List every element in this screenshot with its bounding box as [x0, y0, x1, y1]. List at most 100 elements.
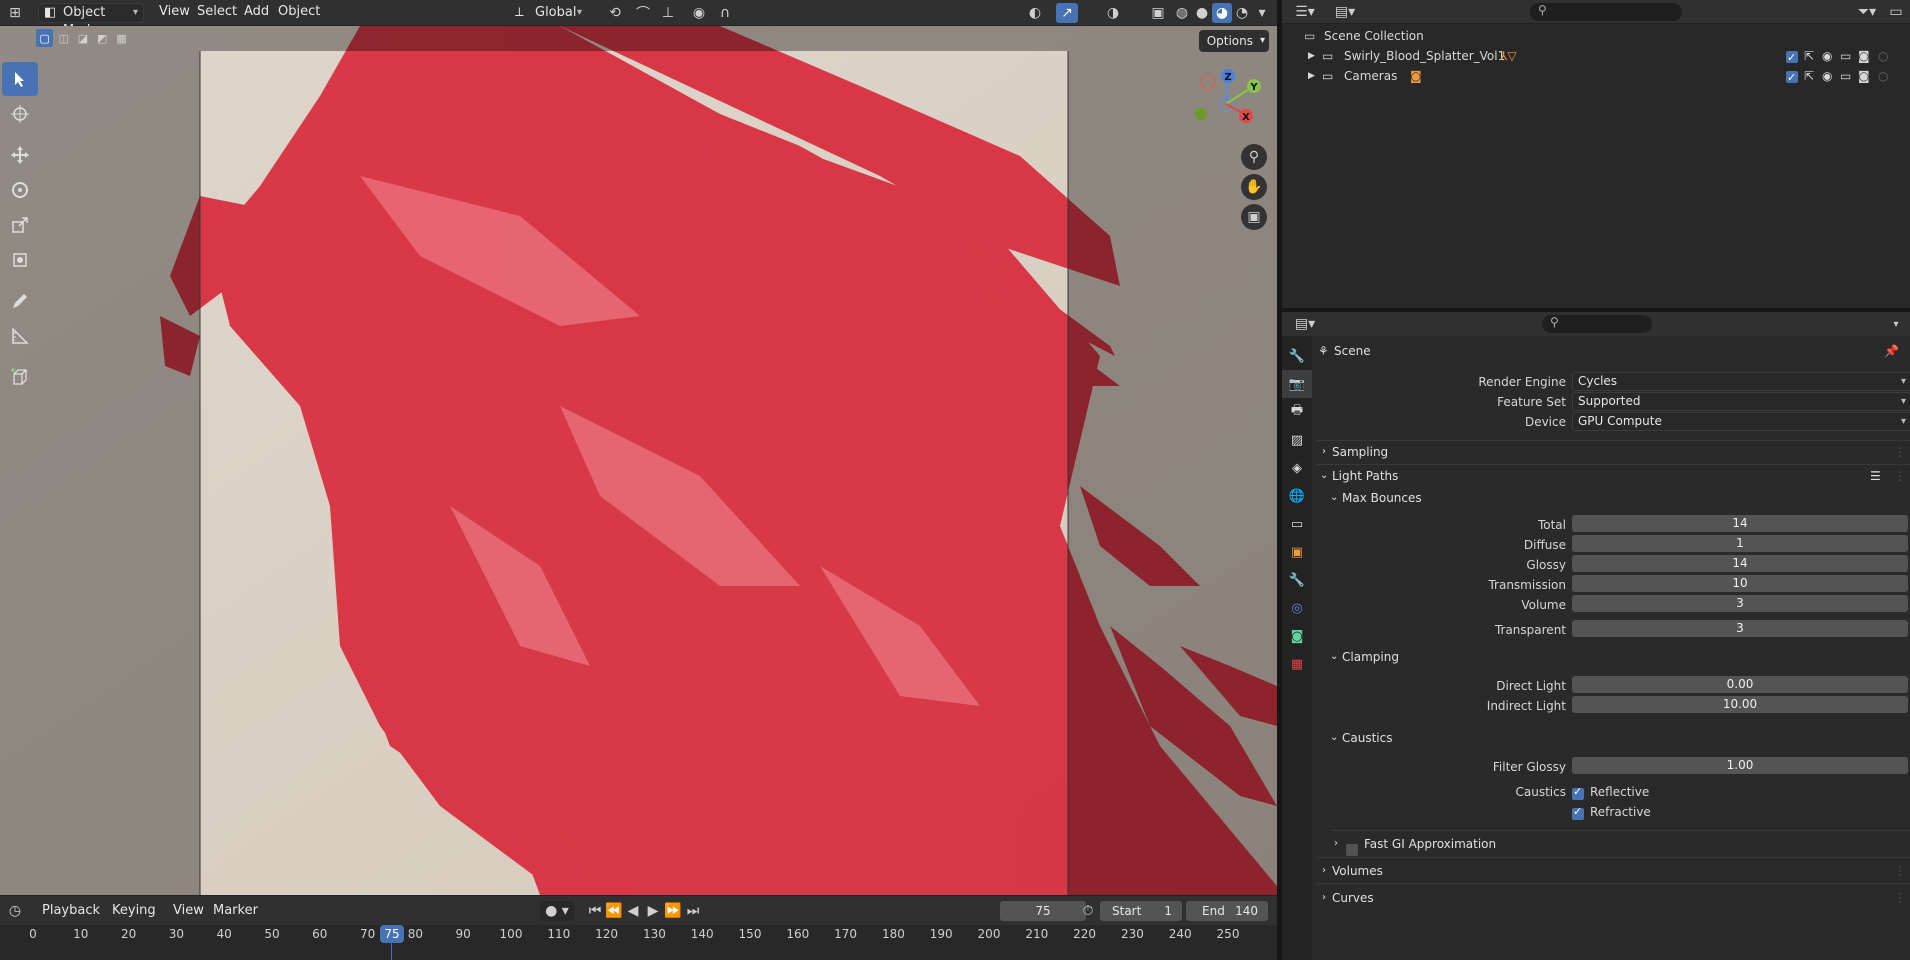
3d-viewport[interactable]: ▢ ◫ ◪ ◩ ▦ Options ▾ Z Y X ⚲ ✋ ▣: [0, 26, 1277, 895]
sampling-panel-header[interactable]: › Sampling ⋮⋮: [1316, 441, 1910, 463]
properties-editor-icon[interactable]: ▤▾: [1290, 314, 1320, 334]
drag-handle-icon[interactable]: ⋮⋮: [1894, 441, 1910, 463]
eye-icon[interactable]: ◉: [1822, 46, 1832, 66]
filter-icon[interactable]: ⏷▾: [1854, 2, 1880, 22]
jump-end-icon[interactable]: ⏭: [684, 901, 702, 921]
render-camera-icon[interactable]: ◙: [1858, 46, 1870, 66]
proportional-edit-icon[interactable]: ◉: [688, 3, 710, 23]
add-cube-tool[interactable]: [2, 360, 38, 394]
select-box-tool[interactable]: [2, 62, 38, 96]
collection-tab-icon[interactable]: ▭: [1282, 510, 1312, 538]
end-frame-field[interactable]: End 140: [1186, 901, 1268, 921]
select-invert-icon[interactable]: ◩: [94, 29, 111, 47]
menu-timeline-view[interactable]: View: [173, 899, 204, 923]
bounces-glossy-field[interactable]: 14: [1572, 555, 1908, 572]
transform-tool[interactable]: [2, 243, 38, 277]
properties-search-input[interactable]: ⚲: [1542, 315, 1652, 333]
prev-keyframe-icon[interactable]: ⏪: [605, 901, 623, 921]
object-tab-icon[interactable]: ▣: [1282, 538, 1312, 566]
editor-type-icon[interactable]: ⊞: [2, 3, 28, 23]
bounces-diffuse-field[interactable]: 1: [1572, 535, 1908, 552]
bounces-transmission-field[interactable]: 10: [1572, 575, 1908, 592]
scene-tab-icon[interactable]: ◈: [1282, 454, 1312, 482]
render-camera-icon[interactable]: ◙: [1858, 66, 1870, 86]
view-layer-tab-icon[interactable]: ▨: [1282, 426, 1312, 454]
bounces-total-field[interactable]: 14: [1572, 515, 1908, 532]
viewport-disable-icon[interactable]: ▭: [1840, 66, 1851, 86]
drag-handle-icon[interactable]: ⋮⋮: [1894, 887, 1910, 909]
drag-handle-icon[interactable]: ⋮⋮: [1894, 860, 1910, 882]
texture-tab-icon[interactable]: ▦: [1282, 650, 1312, 678]
selectable-icon[interactable]: ⇱: [1804, 66, 1814, 86]
expand-arrow-icon[interactable]: ▶: [1308, 46, 1315, 66]
menu-select[interactable]: Select: [197, 0, 237, 24]
chevron-down-icon[interactable]: ▾: [1886, 314, 1906, 334]
viewport-disable-icon[interactable]: ▭: [1840, 46, 1851, 66]
outliner-search-input[interactable]: ⚲: [1530, 3, 1682, 21]
outliner-row-scene-collection[interactable]: ▭ Scene Collection: [1282, 26, 1910, 46]
pin-icon[interactable]: 📌: [1884, 340, 1899, 362]
next-keyframe-icon[interactable]: ⏩: [664, 901, 682, 921]
overlays-icon[interactable]: ◑: [1100, 3, 1126, 23]
area-divider[interactable]: [1277, 0, 1282, 960]
menu-add[interactable]: Add: [244, 0, 269, 24]
curves-panel-header[interactable]: › Curves ⋮⋮: [1316, 887, 1910, 909]
new-collection-icon[interactable]: ▭: [1886, 2, 1906, 22]
camera-view-icon[interactable]: ▣: [1241, 204, 1267, 230]
material-shading-icon[interactable]: ◕: [1212, 3, 1232, 23]
current-frame-field[interactable]: 75: [1000, 901, 1086, 921]
measure-tool[interactable]: [2, 319, 38, 353]
tool-tab-icon[interactable]: 🔧: [1282, 342, 1312, 370]
holdout-icon[interactable]: ○: [1878, 66, 1888, 86]
record-icon[interactable]: ● ▾: [540, 901, 574, 921]
modifier-tab-icon[interactable]: 🔧: [1282, 566, 1312, 594]
indirect-light-field[interactable]: 10.00: [1572, 696, 1908, 713]
render-engine-select[interactable]: Cycles ▾: [1572, 372, 1910, 391]
menu-object[interactable]: Object: [278, 0, 320, 24]
timeline-ruler[interactable]: 0 10 20 30 40 50 60 70 80 90 100 110 120 130 140 150 160…: [0, 925, 1277, 960]
rotate-tool[interactable]: [2, 173, 38, 207]
world-tab-icon[interactable]: 🌐: [1282, 482, 1312, 510]
presets-list-icon[interactable]: ☰: [1870, 465, 1881, 487]
bounces-transparent-field[interactable]: 3: [1572, 620, 1908, 637]
feature-set-select[interactable]: Supported ▾: [1572, 392, 1910, 411]
select-extend-icon[interactable]: ◫: [55, 29, 72, 47]
snap-target-icon[interactable]: ⊥: [654, 3, 682, 23]
play-reverse-icon[interactable]: ◀: [624, 901, 642, 921]
outliner-row-cameras[interactable]: ▶ ▭ Cameras ◙ ⇱ ◉ ▭ ◙ ○: [1282, 66, 1910, 88]
visibility-icon[interactable]: ◐: [1020, 3, 1050, 23]
bounces-volume-field[interactable]: 3: [1572, 595, 1908, 612]
expand-arrow-icon[interactable]: ▶: [1308, 66, 1315, 86]
options-dropdown[interactable]: Options ▾: [1198, 30, 1269, 52]
wireframe-shading-icon[interactable]: ◍: [1172, 3, 1192, 23]
mode-dropdown[interactable]: ◧ Object Mode ▾: [38, 3, 144, 38]
fast-gi-header[interactable]: › Fast GI Approximation: [1330, 833, 1890, 856]
outliner-row-splatter[interactable]: ▶ ▭ Swirly_Blood_Splatter_Vol1 ⅄▽ ⇱ ◉ ▭ …: [1282, 46, 1910, 68]
exclude-checkbox[interactable]: [1786, 66, 1798, 88]
menu-marker[interactable]: Marker: [213, 899, 258, 923]
eye-icon[interactable]: ◉: [1822, 66, 1832, 86]
menu-playback[interactable]: Playback: [42, 899, 100, 923]
clock-editor-icon[interactable]: ◷: [2, 901, 28, 921]
orientation-dropdown[interactable]: ⟂ Global ▾: [510, 3, 588, 23]
select-intersect-icon[interactable]: ▦: [113, 29, 130, 47]
hand-pan-icon[interactable]: ✋: [1241, 174, 1267, 200]
render-tab-icon[interactable]: 📷: [1282, 370, 1312, 398]
shading-options-icon[interactable]: ▾: [1252, 3, 1272, 23]
display-mode-icon[interactable]: ▤▾: [1330, 2, 1360, 22]
xray-icon[interactable]: ▣: [1148, 3, 1168, 23]
gizmo-toggle-icon[interactable]: ↗: [1056, 3, 1078, 23]
rendered-shading-icon[interactable]: ◔: [1232, 3, 1252, 23]
filter-glossy-field[interactable]: 1.00: [1572, 757, 1908, 774]
stopwatch-icon[interactable]: ⏱: [1078, 901, 1098, 921]
holdout-icon[interactable]: ○: [1878, 46, 1888, 66]
refractive-checkbox[interactable]: [1572, 805, 1584, 821]
direct-light-field[interactable]: 0.00: [1572, 676, 1908, 693]
light-paths-panel-header[interactable]: ⌄ Light Paths ☰ ⋮⋮: [1316, 465, 1910, 487]
move-tool[interactable]: [2, 138, 38, 172]
drag-handle-icon[interactable]: ⋮⋮: [1894, 465, 1910, 487]
jump-start-icon[interactable]: ⏮: [586, 901, 604, 921]
volumes-panel-header[interactable]: › Volumes ⋮⋮: [1316, 860, 1910, 882]
menu-view[interactable]: View: [159, 0, 190, 24]
cursor-tool[interactable]: [2, 97, 38, 131]
